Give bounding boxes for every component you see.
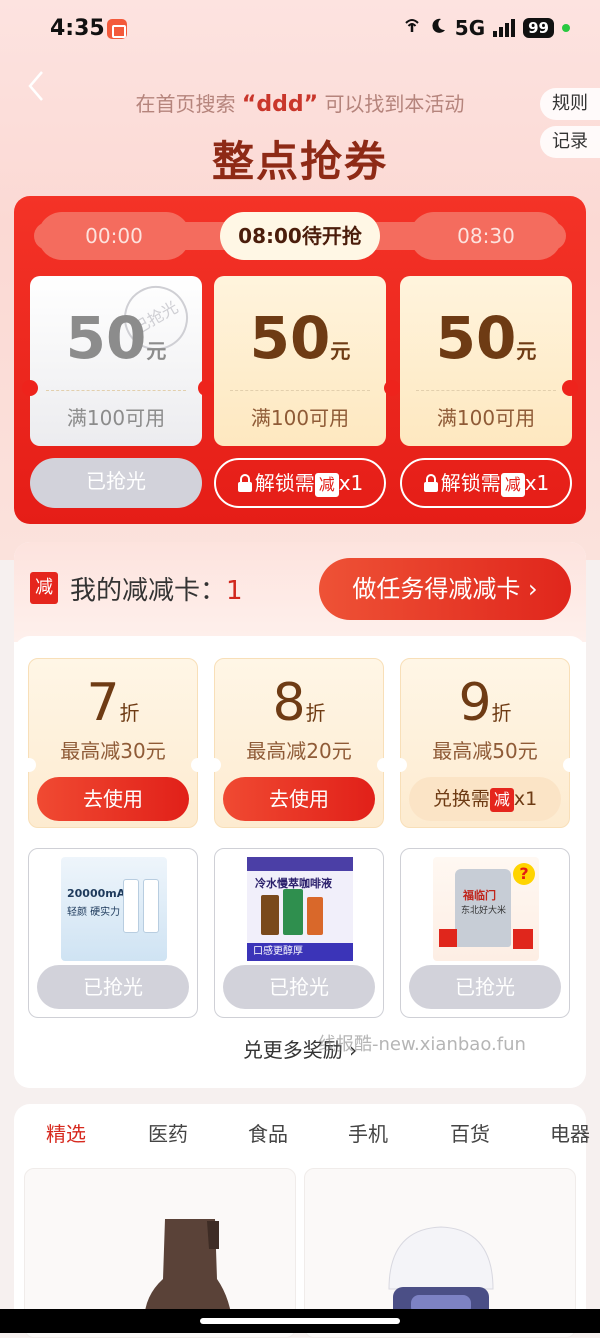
- flash-coupon-panel: 00:00 08:00待开抢 08:30 已抢光 50元 满100可用 50元 …: [14, 196, 586, 524]
- divider: [46, 390, 186, 391]
- lock-icon: [237, 462, 253, 508]
- tab-general-goods[interactable]: 百货: [450, 1118, 490, 1147]
- coupon-amount: 50: [249, 304, 331, 372]
- sold-out-button[interactable]: 已抢光: [223, 965, 375, 1009]
- coupon-amount: 50: [65, 304, 147, 372]
- moon-icon: [429, 16, 447, 40]
- signal-icon: [493, 19, 516, 37]
- category-section: 精选 医药 食品 手机 百货 电器: [14, 1104, 590, 1338]
- reduce-card-tag: 减: [314, 472, 339, 497]
- status-right: 5G 99: [403, 16, 570, 40]
- discount-desc: 最高减50元: [432, 739, 538, 763]
- coupon-card[interactable]: 50元 满100可用: [214, 276, 386, 446]
- discount-card[interactable]: 7折 最高减30元 去使用: [28, 658, 198, 828]
- category-tabs: 精选 医药 食品 手机 百货 电器: [14, 1118, 600, 1158]
- status-time: 4:35: [50, 16, 105, 41]
- reduce-card-header: 减 我的减减卡：1 做任务得减减卡 ›: [14, 542, 586, 642]
- reduce-card-tag: 减: [489, 787, 514, 812]
- time-slot-0830[interactable]: 08:30: [410, 212, 562, 260]
- page-title: 整点抢券: [211, 137, 388, 186]
- use-button[interactable]: 去使用: [37, 777, 189, 821]
- ticket-notch: [191, 758, 205, 772]
- lock-icon: [423, 462, 439, 508]
- discount-value: 8: [272, 673, 306, 733]
- wifi-icon: [403, 16, 421, 40]
- search-keyword: “ddd”: [241, 92, 319, 117]
- reduce-card-body: 7折 最高减30元 去使用 8折 最高减20元 去使用 9折 最高减50元 兑换…: [14, 636, 586, 1088]
- ticket-notch: [563, 758, 577, 772]
- ticket-notch: [377, 758, 391, 772]
- reduce-card-section: 减 我的减减卡：1 做任务得减减卡 › 7折 最高减30元 去使用 8折 最高减…: [14, 542, 586, 1088]
- search-tip: 在首页搜索 “ddd” 可以找到本活动: [135, 92, 465, 117]
- home-indicator[interactable]: [0, 1309, 600, 1333]
- coupon-card[interactable]: 50元 满100可用: [400, 276, 572, 446]
- tab-featured[interactable]: 精选: [46, 1118, 86, 1147]
- ticket-notch: [22, 380, 38, 396]
- reward-product-card[interactable]: 福临门 东北好大米 ? 已抢光: [400, 848, 570, 1018]
- sold-out-button[interactable]: 已抢光: [30, 458, 202, 508]
- do-task-button[interactable]: 做任务得减减卡 ›: [319, 558, 571, 620]
- rules-button[interactable]: 规则: [540, 88, 600, 120]
- discount-desc: 最高减20元: [246, 739, 352, 763]
- use-button[interactable]: 去使用: [223, 777, 375, 821]
- network-type: 5G: [454, 16, 486, 40]
- coupon-condition: 满100可用: [436, 406, 536, 430]
- sold-out-button[interactable]: 已抢光: [37, 965, 189, 1009]
- rice-bag-image: 福临门 东北好大米 ?: [433, 857, 539, 961]
- time-slot-0800[interactable]: 08:00待开抢: [220, 212, 380, 260]
- watermark: 线报酷-new.xianbao.fun: [318, 1034, 526, 1055]
- discount-desc: 最高减30元: [60, 739, 166, 763]
- time-slot-0000[interactable]: 00:00: [38, 212, 190, 260]
- ticket-notch: [198, 380, 214, 396]
- reduce-card-icon: 减: [30, 572, 58, 604]
- ticket-notch: [207, 758, 221, 772]
- ticket-notch: [393, 758, 407, 772]
- reduce-card-count: 我的减减卡：1: [70, 576, 243, 606]
- discount-value: 9: [458, 673, 492, 733]
- coupon-condition: 满100可用: [250, 406, 350, 430]
- discount-card[interactable]: 9折 最高减50元 兑换需减 x1: [400, 658, 570, 828]
- status-bar: 4:35 5G 99: [0, 0, 600, 60]
- divider: [416, 390, 556, 391]
- tab-appliances[interactable]: 电器: [550, 1118, 590, 1147]
- discount-value: 7: [86, 673, 120, 733]
- ticket-notch: [384, 380, 400, 396]
- unlock-button[interactable]: 解锁需减 x1: [214, 458, 386, 508]
- tab-medicine[interactable]: 医药: [148, 1118, 188, 1147]
- battery-indicator: 99: [523, 18, 554, 38]
- reduce-card-tag: 减: [500, 472, 525, 497]
- coupon-condition: 满100可用: [66, 406, 166, 430]
- exchange-button[interactable]: 兑换需减 x1: [409, 777, 561, 821]
- reward-product-card[interactable]: 冷水慢萃咖啡液 口感更醇厚 已抢光: [214, 848, 384, 1018]
- tab-phone[interactable]: 手机: [348, 1118, 388, 1147]
- coupon-amount: 50: [435, 304, 517, 372]
- app-notification-icon: [107, 19, 127, 39]
- ticket-notch: [22, 758, 36, 772]
- coupon-card[interactable]: 已抢光 50元 满100可用: [30, 274, 202, 446]
- reward-product-card[interactable]: 20000mAh 轻颜 硬实力 已抢光: [28, 848, 198, 1018]
- discount-card[interactable]: 8折 最高减20元 去使用: [214, 658, 384, 828]
- coffee-liquid-image: 冷水慢萃咖啡液 口感更醇厚: [247, 857, 353, 961]
- divider: [230, 390, 370, 391]
- unlock-button[interactable]: 解锁需减 x1: [400, 458, 572, 508]
- power-bank-image: 20000mAh 轻颜 硬实力: [61, 857, 167, 961]
- tab-food[interactable]: 食品: [248, 1118, 288, 1147]
- sold-out-button[interactable]: 已抢光: [409, 965, 561, 1009]
- ticket-notch: [562, 380, 578, 396]
- privacy-dot-icon: [562, 24, 570, 32]
